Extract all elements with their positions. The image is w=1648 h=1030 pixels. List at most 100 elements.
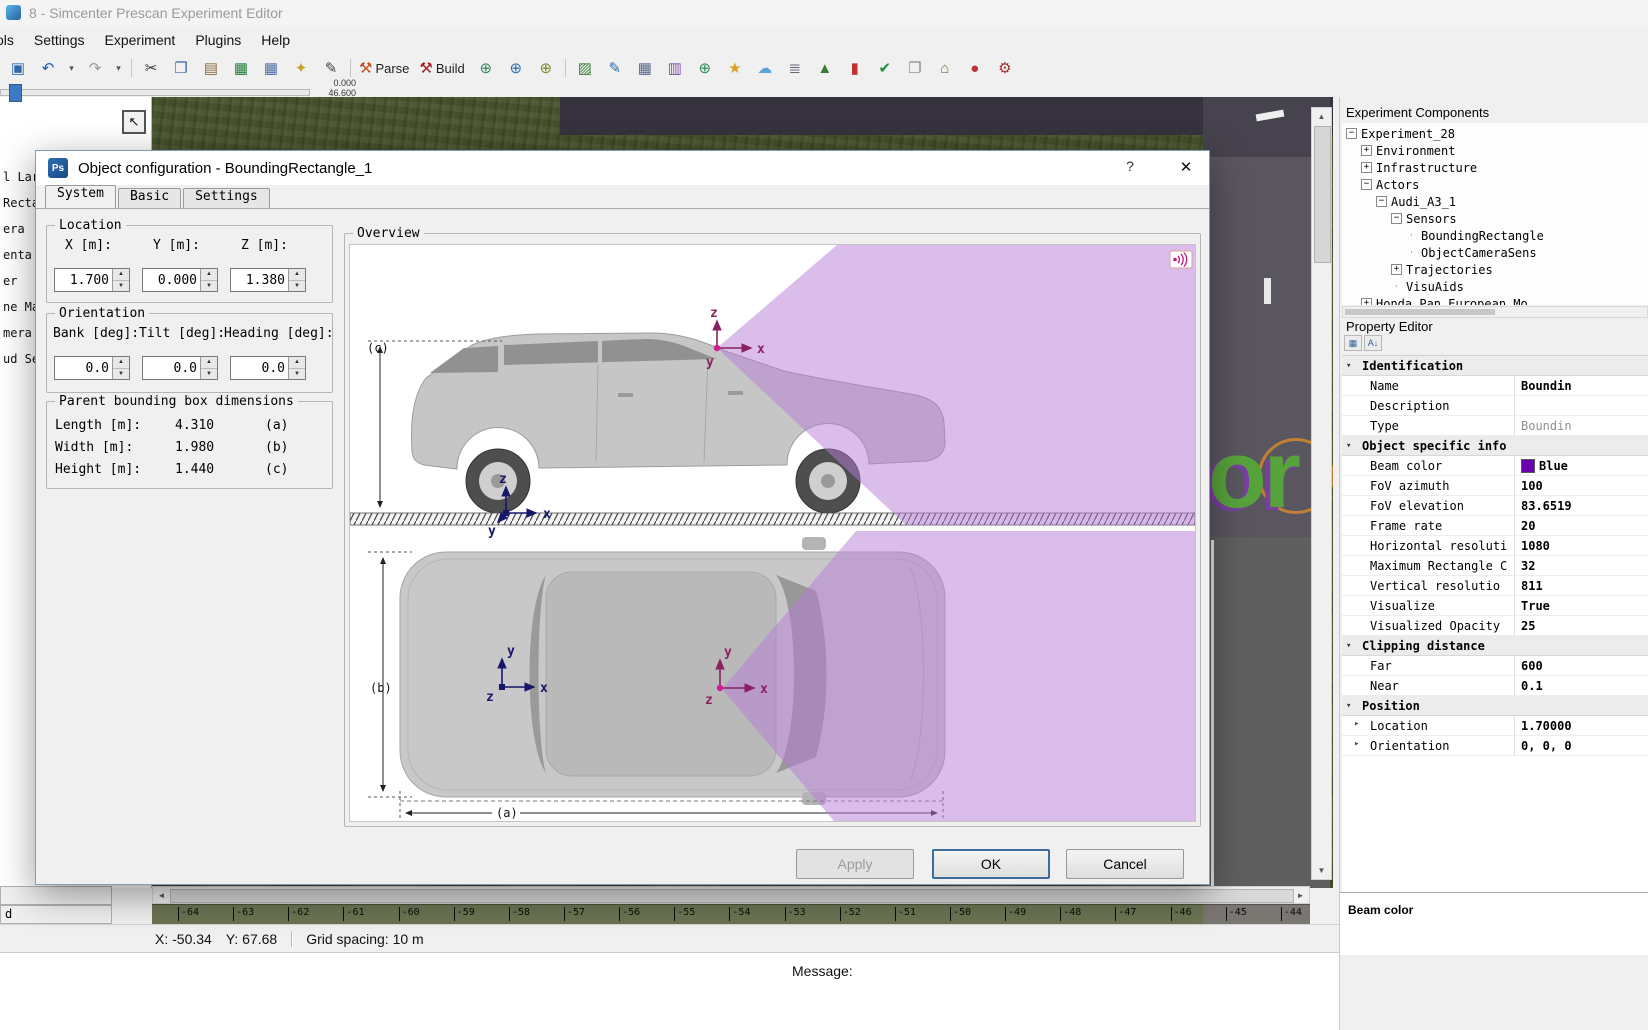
menu-item-help[interactable]: Help <box>251 25 300 55</box>
tree-item-infrastructure[interactable]: Infrastructure <box>1342 159 1648 176</box>
tree-horizontal-scrollbar[interactable] <box>1342 306 1648 318</box>
screen-icon[interactable]: ▣ <box>4 56 32 80</box>
dock-item-er[interactable]: er <box>3 274 17 288</box>
property-group-identification[interactable]: Identification <box>1342 356 1648 376</box>
property-value[interactable]: 0.1 <box>1514 676 1648 695</box>
copy-sheet-icon[interactable]: ❐ <box>901 56 929 80</box>
y-spin-up-icon[interactable] <box>201 269 217 281</box>
property-row-near[interactable]: Near 0.1 <box>1342 676 1648 696</box>
collapse-icon[interactable] <box>1361 179 1372 190</box>
traffic-light-icon[interactable]: ● <box>961 56 989 80</box>
property-value[interactable]: Boundin <box>1514 416 1648 435</box>
tilt-input[interactable] <box>143 357 200 379</box>
scroll-left-arrow-icon[interactable] <box>154 888 169 902</box>
property-row-fov-azimuth[interactable]: FoV azimuth 100 <box>1342 476 1648 496</box>
property-value[interactable]: 83.6519 <box>1514 496 1648 515</box>
apply-button[interactable]: Apply <box>796 849 914 879</box>
z-spin-up-icon[interactable] <box>289 269 305 281</box>
build-button[interactable]: ⚒ Build <box>416 56 469 80</box>
tree-item-honda-pan-european-mo[interactable]: Honda_Pan_European_Mo <box>1342 295 1648 305</box>
property-value[interactable]: 811 <box>1514 576 1648 595</box>
property-value[interactable] <box>1514 396 1648 415</box>
time-slider-thumb[interactable] <box>9 84 22 102</box>
property-row-vertical-resolutio[interactable]: Vertical resolutio 811 <box>1342 576 1648 596</box>
tree-item-environment[interactable]: Environment <box>1342 142 1648 159</box>
x-input[interactable] <box>55 269 112 291</box>
globe-blue-icon[interactable]: ⊕ <box>502 56 530 80</box>
dock-item-mera[interactable]: mera <box>3 326 32 340</box>
y-input[interactable] <box>143 269 200 291</box>
expand-icon[interactable] <box>1361 162 1372 173</box>
heading-spin-down-icon[interactable] <box>289 368 305 379</box>
ok-button[interactable]: OK <box>932 849 1050 879</box>
property-row-beam-color[interactable]: Beam color Blue <box>1342 456 1648 476</box>
tree-item-visuaids[interactable]: VisuAids <box>1342 278 1648 295</box>
collapse-icon[interactable] <box>1391 213 1402 224</box>
undo-icon[interactable]: ↶ <box>34 56 62 80</box>
favorites-icon[interactable]: ★ <box>721 56 749 80</box>
paste-icon[interactable]: ▤ <box>197 56 225 80</box>
bank-input[interactable] <box>55 357 112 379</box>
scroll-right-arrow-icon[interactable] <box>1293 888 1308 902</box>
tree-item-experiment-28[interactable]: Experiment_28 <box>1342 125 1648 142</box>
hazard-icon[interactable]: ⚙ <box>991 56 1019 80</box>
property-row-frame-rate[interactable]: Frame rate 20 <box>1342 516 1648 536</box>
property-value[interactable]: 20 <box>1514 516 1648 535</box>
tree-scroll-thumb[interactable] <box>1345 309 1495 315</box>
expand-row-icon[interactable] <box>1354 739 1359 749</box>
building-icon[interactable]: ⌂ <box>931 56 959 80</box>
matrix-icon[interactable]: ▦ <box>257 56 285 80</box>
tree-item-trajectories[interactable]: Trajectories <box>1342 261 1648 278</box>
road-edit-icon[interactable]: ✎ <box>601 56 629 80</box>
select-tool-button[interactable]: ↖ <box>122 110 146 134</box>
property-value[interactable]: 1080 <box>1514 536 1648 555</box>
schedule-icon[interactable]: ▥ <box>661 56 689 80</box>
vertical-scroll-thumb[interactable] <box>1314 126 1331 263</box>
collapse-icon[interactable] <box>1376 196 1387 207</box>
group-collapse-icon[interactable] <box>1342 641 1362 651</box>
property-row-far[interactable]: Far 600 <box>1342 656 1648 676</box>
menu-item-plugins[interactable]: Plugins <box>185 25 251 55</box>
property-row-location[interactable]: Location 1.70000 <box>1342 716 1648 736</box>
property-row-horizontal-resoluti[interactable]: Horizontal resoluti 1080 <box>1342 536 1648 556</box>
horizontal-scroll-thumb[interactable] <box>170 889 1294 903</box>
world-icon[interactable]: ⊕ <box>691 56 719 80</box>
property-row-fov-elevation[interactable]: FoV elevation 83.6519 <box>1342 496 1648 516</box>
sensor-audio-icon[interactable] <box>1169 250 1193 269</box>
dialog-help-button[interactable]: ? <box>1118 158 1142 178</box>
property-group-object-specific-info[interactable]: Object specific info <box>1342 436 1648 456</box>
tree-item-sensors[interactable]: Sensors <box>1342 210 1648 227</box>
pen-icon[interactable]: ✎ <box>317 56 345 80</box>
tree-item-boundingrectangle[interactable]: BoundingRectangle <box>1342 227 1648 244</box>
dock-mini-panel[interactable] <box>0 886 112 905</box>
dock-item-l-lar[interactable]: l Lar <box>3 170 39 184</box>
terrain-icon[interactable]: ▨ <box>571 56 599 80</box>
title-bar[interactable]: 8 - Simcenter Prescan Experiment Editor <box>0 0 1648 25</box>
z-spin-down-icon[interactable] <box>289 280 305 291</box>
property-row-visualize[interactable]: Visualize True <box>1342 596 1648 616</box>
tab-basic[interactable]: Basic <box>117 188 182 208</box>
property-value[interactable]: 32 <box>1514 556 1648 575</box>
menu-item-settings[interactable]: Settings <box>24 25 95 55</box>
bank-spin-down-icon[interactable] <box>113 368 129 379</box>
bank-spin-up-icon[interactable] <box>113 357 129 369</box>
redo-dropdown-icon[interactable]: ▾ <box>111 56 126 80</box>
copy-icon[interactable]: ❐ <box>167 56 195 80</box>
menu-item-experiment[interactable]: Experiment <box>95 25 186 55</box>
viewport-vertical-scrollbar[interactable] <box>1311 107 1332 880</box>
z-input[interactable] <box>231 269 288 291</box>
heading-input[interactable] <box>231 357 288 379</box>
property-value[interactable]: 0, 0, 0 <box>1514 736 1648 755</box>
dock-item-ne-ma[interactable]: ne Ma <box>3 300 39 314</box>
property-value[interactable]: 100 <box>1514 476 1648 495</box>
redo-icon[interactable]: ↷ <box>81 56 109 80</box>
property-group-position[interactable]: Position <box>1342 696 1648 716</box>
signal-icon[interactable]: ▮ <box>841 56 869 80</box>
cut-icon[interactable]: ✂ <box>137 56 165 80</box>
dock-item-enta[interactable]: enta <box>3 248 32 262</box>
expand-row-icon[interactable] <box>1354 719 1359 729</box>
x-spin-up-icon[interactable] <box>113 269 129 281</box>
chart-icon[interactable]: ▲ <box>811 56 839 80</box>
property-value[interactable]: 25 <box>1514 616 1648 635</box>
globe-green-icon[interactable]: ⊕ <box>472 56 500 80</box>
